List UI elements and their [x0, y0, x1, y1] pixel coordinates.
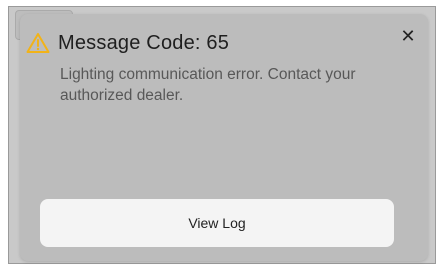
screen: Message Code: 65 ✕ Lighting communicatio…	[0, 0, 441, 269]
message-dialog: Message Code: 65 ✕ Lighting communicatio…	[20, 14, 428, 261]
dialog-title: Message Code: 65	[58, 31, 230, 54]
close-icon: ✕	[400, 25, 416, 46]
close-button[interactable]: ✕	[396, 24, 420, 48]
view-log-label: View Log	[188, 215, 246, 231]
warning-icon	[26, 32, 50, 54]
view-log-button[interactable]: View Log	[40, 199, 394, 247]
dialog-message: Lighting communication error. Contact yo…	[60, 66, 356, 104]
dialog-header: Message Code: 65	[26, 28, 229, 58]
